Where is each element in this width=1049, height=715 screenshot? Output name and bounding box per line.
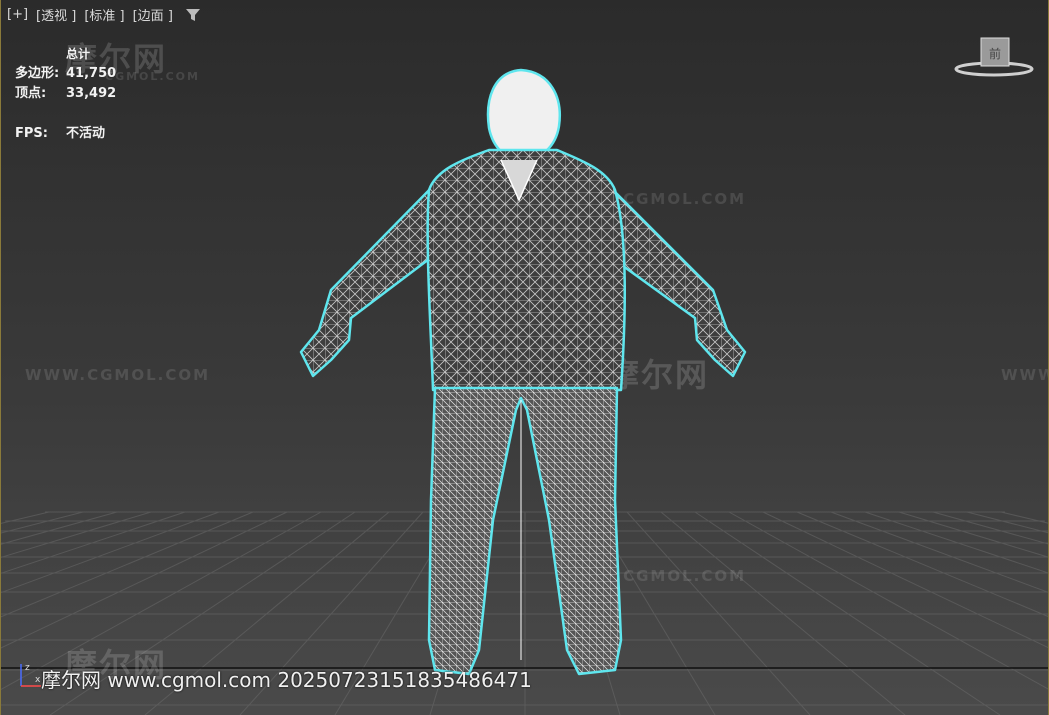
watermark-caption: 摩尔网 www.cgmol.com 20250723151835486471 — [41, 668, 532, 692]
viewport-view-menu[interactable]: [透视 ] — [36, 5, 76, 24]
fps-value: 不活动 — [66, 126, 106, 141]
stats-total-label: 总计 — [66, 47, 91, 61]
wireframe-model[interactable] — [1, 0, 1049, 715]
viewport-edges-menu[interactable]: [边面 ] — [133, 5, 173, 24]
vertices-value: 33,492 — [66, 86, 117, 101]
viewcube-face-label: 前 — [989, 46, 1001, 61]
viewcube[interactable]: 前 — [953, 34, 1035, 84]
viewport-plus-menu[interactable]: [+] — [7, 7, 28, 22]
filter-icon[interactable] — [185, 8, 201, 22]
fps-label: FPS: — [15, 126, 48, 141]
vertices-label: 顶点: — [15, 86, 47, 101]
polygons-value: 41,750 — [66, 66, 117, 81]
axis-z-label: z — [25, 663, 30, 673]
perspective-viewport[interactable]: 摩尔网 CGMOL.COM WWW.CGMOL.COM WWW.CGMOL.CO… — [0, 0, 1049, 715]
viewport-label-menu: [+] [透视 ] [标准 ] [边面 ] — [7, 5, 201, 24]
viewport-shading-menu[interactable]: [标准 ] — [84, 5, 124, 24]
polygons-label: 多边形: — [15, 66, 60, 81]
viewport-statistics: 总计 多边形: 41,750 顶点: 33,492 FPS: 不活动 — [15, 44, 116, 144]
